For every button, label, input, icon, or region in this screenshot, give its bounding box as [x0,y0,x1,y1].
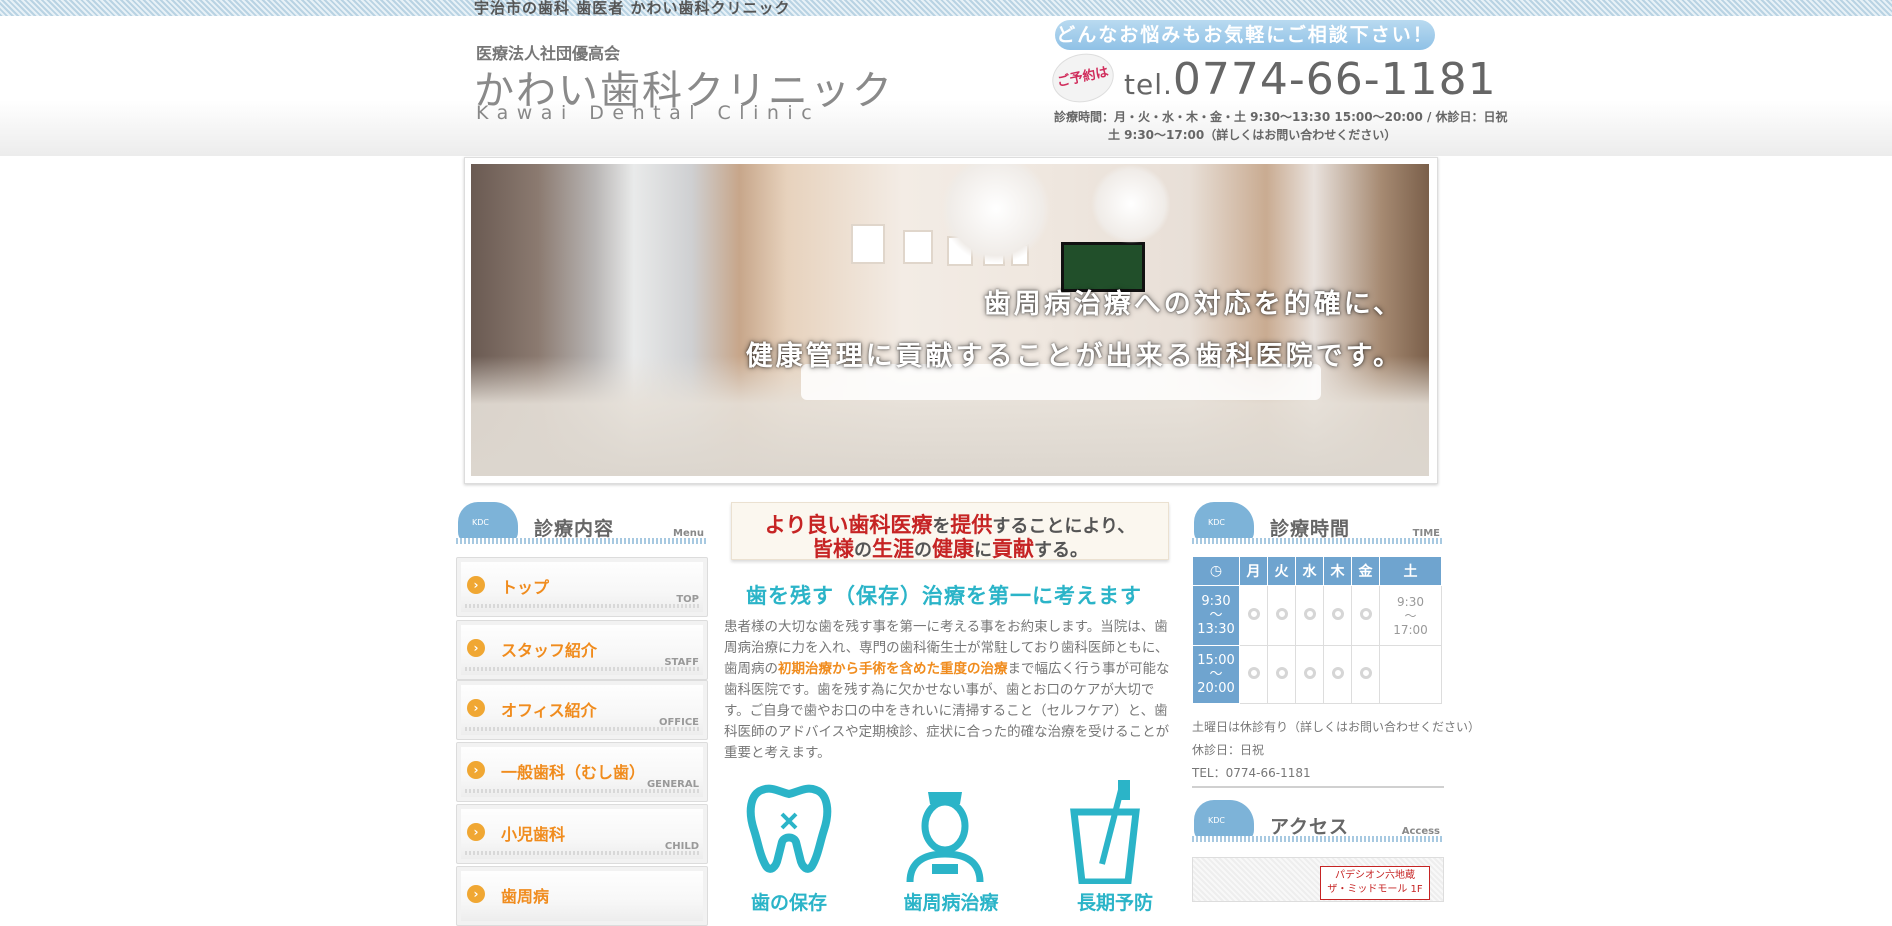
arrow-right-icon: › [467,639,485,657]
day-sat: 土 [1379,556,1442,586]
menu-item-child[interactable]: › 小児歯科 CHILD [456,804,708,864]
time-title: 診療時間 [1270,518,1351,540]
consult-banner: どんなお悩みもお気軽にご相談下さい！ [1055,20,1435,50]
main-headline: 歯を残す（保存）治療を第一に考えます [746,584,1142,608]
arrow-right-icon: › [467,761,485,779]
open-mark-icon [1359,667,1372,679]
toothbrush-cup-icon [1070,780,1140,886]
menu-item-general[interactable]: › 一般歯科（むし歯） GENERAL [456,742,708,802]
day-thu: 木 [1323,556,1352,586]
tooth-icon [746,784,832,873]
hero-copy-line1: 歯周病治療への対応を的確に、 [983,289,1403,320]
menu-item-office[interactable]: › オフィス紹介 OFFICE [456,680,708,740]
arrow-right-icon: › [467,699,485,717]
header-hours-saturday: 土 9:30〜17:00（詳しくはお問い合わせください） [1108,128,1397,142]
saturday-hours: 9:30 〜 17:00 [1379,585,1442,646]
clinic-interior-photo: 歯周病治療への対応を的確に、 健康管理に貢献することが出来る歯科医院です。 [471,164,1429,476]
divider [1192,786,1444,788]
clinic-name-en: Kawai Dental Clinic [476,102,821,124]
menu-item-label: 一般歯科（むし歯） [501,763,646,782]
open-mark-icon [1247,667,1260,679]
open-mark-icon [1275,608,1288,620]
table-row: 15:00 〜 20:00 [1192,645,1442,704]
feature-periodontal-treatment[interactable]: 歯周病治療 [900,780,999,914]
catchphrase-banner: より良い歯科医療を提供することにより、 皆様の生涯の健康に貢献する。 [731,502,1169,561]
menu-section-header: KDC 診療内容 Menu [456,500,708,548]
menu-item-top[interactable]: › トップ TOP [456,557,708,617]
menu-item-label: スタッフ紹介 [501,641,598,660]
schedule-notes: 土曜日は休診有り（詳しくはお問い合わせください） 休診日：日祝 TEL：0774… [1192,720,1481,780]
arrow-right-icon: › [467,885,485,903]
day-tue: 火 [1267,556,1296,586]
phone-number[interactable]: tel.0774-66-1181 [1124,54,1497,105]
hygienist-icon [906,792,984,883]
map-location-tag: パデシオン六地蔵 ザ・ミッドモール 1F [1320,866,1430,900]
top-strip: 宇治市の歯科 歯医者 かわい歯科クリニック [0,0,1892,17]
open-mark-icon [1359,608,1372,620]
access-title: アクセス [1270,816,1350,838]
time-section-header: KDC 診療時間 TIME [1192,500,1444,548]
feature-label: 歯の保存 [750,892,827,914]
hero-banner: 歯周病治療への対応を的確に、 健康管理に貢献することが出来る歯科医院です。 [464,157,1438,484]
day-fri: 金 [1351,556,1380,586]
feature-label: 歯周病治療 [903,892,999,914]
tel-number: 0774-66-1181 [1172,54,1497,105]
open-mark-icon [1331,667,1344,679]
table-row: 9:30 〜 13:30 9:30 〜 17:00 [1192,585,1442,646]
feature-tooth-preservation[interactable]: 歯の保存 [744,780,834,914]
arrow-right-icon: › [467,823,485,841]
menu-title: 診療内容 [534,518,615,540]
header-hours: 診療時間：月・火・水・木・金・土 9:30〜13:30 15:00〜20:00 … [1054,110,1508,124]
menu-item-label: 小児歯科 [501,825,566,844]
day-wed: 水 [1295,556,1324,586]
table-header-row: ◷ 月 火 水 木 金 土 [1192,556,1442,586]
day-mon: 月 [1239,556,1268,586]
arrow-right-icon: › [467,576,485,594]
open-mark-icon [1275,667,1288,679]
schedule-table: ◷ 月 火 水 木 金 土 9:30 〜 13:30 9:30 〜 17:00 15:0… [1192,556,1442,704]
menu-item-label: トップ [501,578,550,597]
feature-label: 長期予防 [1076,892,1153,914]
tel-prefix: tel. [1124,68,1173,101]
menu-item-label: オフィス紹介 [501,701,597,720]
open-mark-icon [1303,667,1316,679]
open-mark-icon [1303,608,1316,620]
slot-evening: 15:00 〜 20:00 [1192,645,1240,704]
open-mark-icon [1247,608,1260,620]
highlight-text: 初期治療から手術を含めた重度の治療 [778,661,1008,677]
access-section-header: KDC アクセス Access [1192,798,1444,846]
menu-item-staff[interactable]: › スタッフ紹介 STAFF [456,620,708,680]
menu-item-label: 歯周病 [501,887,550,906]
feature-long-term-prevention[interactable]: 長期予防 [1060,780,1153,914]
menu-item-periodontal[interactable]: › 歯周病 [456,866,708,926]
slot-morning: 9:30 〜 13:30 [1192,585,1240,646]
intro-paragraph: 患者様の大切な歯を残す事を第一に考える事をお約束します。当院は、歯周病治療に力を… [724,619,1170,761]
hero-copy-line2: 健康管理に貢献することが出来る歯科医院です。 [745,341,1403,372]
header [0,16,1892,156]
clock-icon: ◷ [1192,556,1240,586]
open-mark-icon [1331,608,1344,620]
